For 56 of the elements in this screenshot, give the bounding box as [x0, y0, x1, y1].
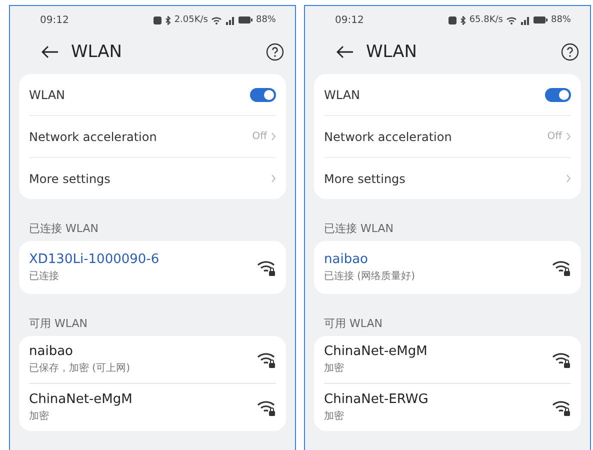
network-status: 加密 [324, 362, 345, 375]
wifi-lock-icon [551, 350, 571, 369]
battery-percent: 88% [256, 15, 276, 25]
help-icon[interactable] [266, 43, 284, 61]
chevron-icon [566, 174, 571, 183]
battery-percent: 88% [550, 15, 571, 25]
battery-icon [238, 16, 253, 24]
battery-icon [532, 16, 548, 24]
setting-label: Network acceleration [324, 130, 452, 144]
section-header: 已连接 WLAN [323, 221, 395, 235]
chevron-icon [271, 174, 276, 183]
setting-label: Network acceleration [29, 130, 157, 144]
status-time: 09:12 [335, 14, 364, 26]
network-status: 已连接 (网络质量好) [324, 270, 415, 283]
network-name[interactable]: ChinaNet-eMgM [324, 344, 428, 359]
bluetooth-icon [165, 16, 172, 24]
network-name[interactable]: ChinaNet-ERWG [324, 392, 428, 407]
network-name[interactable]: XD130Li-1000090-6 [29, 252, 160, 267]
setting-label: WLAN [324, 88, 360, 102]
setting-label: More settings [29, 172, 110, 186]
page-title: WLAN [71, 42, 124, 62]
wifi-icon [210, 16, 222, 24]
network-name[interactable]: naibao [29, 344, 130, 359]
wifi-lock-icon [256, 258, 276, 277]
network-name[interactable]: ChinaNet-eMgM [29, 392, 132, 407]
network-status: 加密 [324, 410, 345, 423]
wifi-lock-icon [256, 398, 276, 417]
bluetooth-icon [460, 16, 466, 24]
chevron-icon [566, 132, 571, 141]
setting-value: Off [547, 131, 562, 142]
wifi-lock-icon [551, 258, 571, 277]
network-status: 已保存，加密 (可上网) [29, 362, 130, 375]
back-arrow-icon[interactable] [41, 45, 59, 59]
network-speed: 65.8K/s [469, 15, 503, 25]
wlan-toggle[interactable] [545, 88, 571, 102]
wifi-lock-icon [551, 398, 571, 417]
page-title: WLAN [366, 42, 418, 62]
section-header: 已连接 WLAN [28, 221, 100, 235]
section-header: 可用 WLAN [28, 316, 89, 330]
help-icon[interactable] [561, 43, 579, 61]
network-status: 已连接 [29, 270, 60, 283]
wifi-lock-icon [256, 350, 276, 369]
back-arrow-icon[interactable] [336, 45, 354, 59]
signal-icon [224, 16, 235, 24]
wifi-icon [506, 16, 517, 24]
chevron-icon [271, 132, 276, 141]
network-speed: 2.05K/s [174, 15, 208, 25]
setting-value: Off [252, 131, 267, 142]
wlan-toggle[interactable] [250, 88, 276, 102]
signal-icon [520, 16, 530, 24]
setting-label: More settings [324, 172, 406, 186]
status-time: 09:12 [40, 14, 69, 26]
section-header: 可用 WLAN [323, 316, 384, 330]
setting-label: WLAN [29, 88, 66, 102]
network-name[interactable]: naibao [324, 252, 415, 267]
network-status: 加密 [29, 410, 50, 423]
